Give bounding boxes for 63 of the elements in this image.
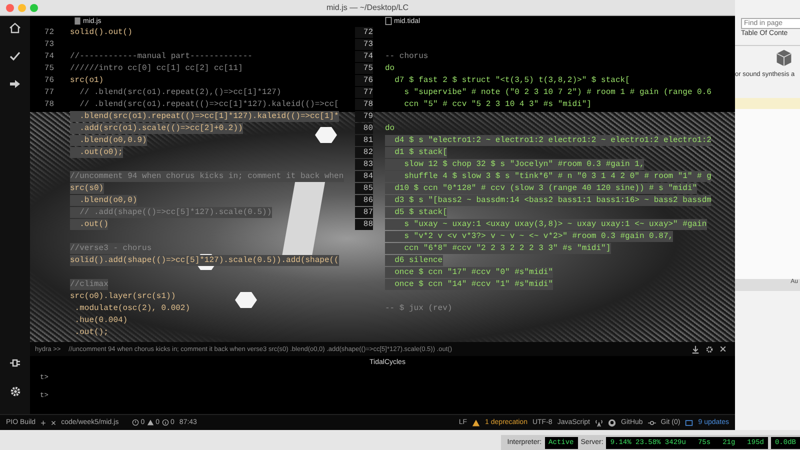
download-icon[interactable]: [691, 344, 700, 354]
file-icon: [385, 17, 392, 25]
line-number: 84: [355, 170, 373, 182]
line-number: 86: [355, 194, 373, 206]
line-number: 87: [355, 206, 373, 218]
code-line: //------------manual part-------------: [70, 50, 252, 62]
line-number: 78: [43, 100, 54, 108]
line-number: 82: [355, 146, 373, 158]
info-icon: [162, 419, 169, 426]
code-line: do: [385, 62, 395, 74]
code-line: d7 $ fast 2 $ struct "<t(3,5) t(3,8,2)>" $ stack[: [394, 74, 630, 86]
close-icon[interactable]: [719, 345, 727, 353]
window-title: mid.js — ~/Desktop/LC: [326, 3, 409, 12]
code-line: // .blend(src(o1).repeat(2),()=>cc[1]*127): [78, 86, 282, 98]
code-line: // .blend(src(o1).repeat(()=>cc[1]*127).kaleid(()=>cc[: [78, 98, 339, 110]
commit-icon: [648, 418, 656, 426]
code-line: -- chorus: [385, 50, 428, 62]
code-line: do: [385, 122, 395, 134]
file-icon: [74, 17, 81, 25]
line-number: 88: [355, 218, 373, 230]
line-number: 77: [355, 86, 373, 98]
code-line: .modulate(osc(2), 0.002): [74, 302, 190, 314]
arrow-right-icon[interactable]: [9, 78, 21, 90]
settings-icon[interactable]: [705, 344, 714, 354]
code-line: ccn "5" # ccv "5 2 3 10 4 3" #s "midi"]: [403, 98, 592, 110]
check-icon[interactable]: [9, 50, 21, 62]
cube-icon: [775, 49, 793, 67]
line-number: 73: [355, 38, 373, 50]
highlight-strip: [735, 98, 800, 109]
settings-icon[interactable]: [8, 385, 22, 398]
line-number: 83: [355, 158, 373, 170]
warning-icon: [472, 418, 480, 426]
code-line: -- $ jux (rev): [385, 302, 452, 314]
line-number: 79: [355, 110, 373, 122]
warning-icon: [146, 419, 154, 426]
line-number: 77: [43, 88, 54, 96]
line-number: 85: [355, 182, 373, 194]
line-number: 75: [355, 62, 373, 74]
line-number: 76: [43, 76, 54, 84]
add-button[interactable]: +: [40, 418, 46, 428]
line-number: 72: [355, 26, 373, 38]
home-icon[interactable]: [9, 22, 21, 34]
line-number: 72: [43, 28, 54, 36]
plug-icon[interactable]: [9, 357, 21, 369]
code-line: src(o0).layer(src(s1)): [70, 290, 176, 302]
antenna-icon[interactable]: [595, 418, 603, 426]
code-line: .out();: [74, 326, 108, 338]
close-button[interactable]: ×: [50, 418, 56, 428]
code-line: //////intro cc[0] cc[1] cc[2] cc[11]: [70, 62, 243, 74]
line-number: 81: [355, 134, 373, 146]
code-line: src(o1): [70, 74, 104, 86]
code-line: .hue(0.004): [74, 314, 128, 326]
code-line: s "supervibe" # note ("0 2 3 10 7 2") # room 1 # gain (range 0.6: [403, 86, 712, 98]
line-number: 80: [355, 122, 373, 134]
line-number: 78: [355, 98, 373, 110]
line-number: 73: [43, 40, 54, 48]
line-number: 76: [355, 74, 373, 86]
line-number: 75: [43, 64, 54, 72]
package-icon: [685, 418, 694, 426]
line-number: 74: [43, 52, 54, 60]
code-line: solid().out(): [70, 26, 132, 38]
error-icon: [132, 419, 139, 426]
line-number: 74: [355, 50, 373, 62]
